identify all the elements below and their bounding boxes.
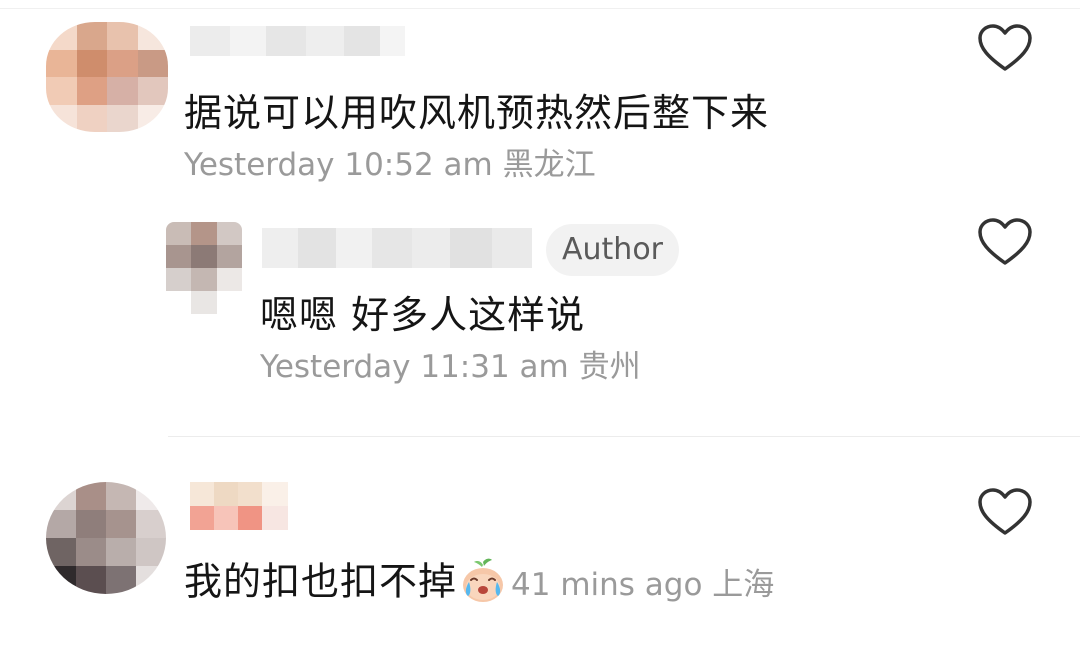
comment-meta: Yesterday 11:31 am 贵州 (260, 352, 641, 383)
heart-outline-icon[interactable] (978, 488, 1032, 536)
avatar[interactable] (46, 482, 166, 594)
comment-text-content: 我的扣也扣不掉 (184, 559, 458, 604)
comment-text: 我的扣也扣不掉 41 mins ago 上海 (184, 558, 774, 608)
comment-time: 41 mins ago (511, 566, 703, 603)
username-blurred[interactable] (262, 228, 532, 268)
username-blurred[interactable] (190, 482, 288, 530)
username-blurred[interactable] (190, 26, 405, 56)
comment-location: 上海 (712, 566, 775, 603)
comment-location: 贵州 (578, 349, 641, 385)
comment-time: Yesterday 11:31 am (260, 349, 569, 385)
avatar[interactable] (46, 22, 168, 132)
heart-outline-icon[interactable] (978, 218, 1032, 266)
comment-divider (168, 436, 1080, 437)
heart-outline-icon[interactable] (978, 24, 1032, 72)
author-badge: Author (546, 224, 680, 276)
top-divider (0, 8, 1080, 9)
comment-meta: Yesterday 10:52 am 黑龙江 (184, 150, 596, 181)
comment-text: 嗯嗯 好多人这样说 (260, 293, 586, 337)
comment-location: 黑龙江 (502, 147, 596, 183)
avatar[interactable] (166, 222, 242, 314)
comment-time: Yesterday 10:52 am (184, 147, 493, 183)
crying-face-emoji (463, 558, 504, 602)
comment-text: 据说可以用吹风机预热然后整下来 (184, 91, 770, 135)
comment-meta: 41 mins ago 上海 (511, 567, 774, 603)
